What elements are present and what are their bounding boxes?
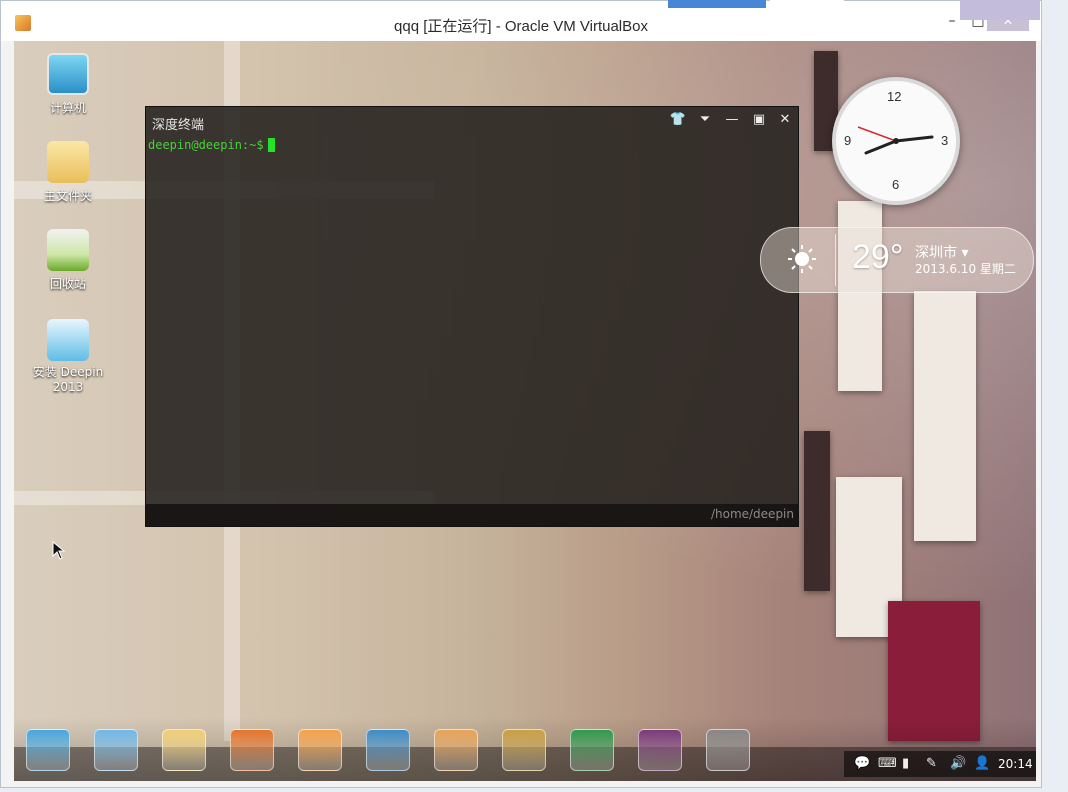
prompt-text: deepin@deepin:~$ <box>148 138 264 152</box>
desktop-icon-label: 回收站 <box>49 277 86 291</box>
battery-icon[interactable]: ▮ <box>902 756 909 771</box>
system-monitor-icon[interactable] <box>570 729 614 771</box>
city-selector[interactable]: 深圳市 ▾ <box>915 242 968 262</box>
firefox-icon[interactable] <box>230 729 274 771</box>
window-titlebar[interactable]: qqq [正在运行] - Oracle VM VirtualBox – □ ✕ <box>1 1 1041 41</box>
text-cursor <box>267 138 275 152</box>
deepin-launcher-icon[interactable] <box>26 729 70 771</box>
system-tray: 💬 ⌨ ▮ ✎ 🔊 👤 20:14 <box>844 751 1036 777</box>
user-icon[interactable]: 👤 <box>974 756 990 771</box>
wallpaper-frame <box>804 431 830 591</box>
close-icon[interactable]: ✕ <box>774 111 796 129</box>
volume-icon[interactable]: 🔊 <box>950 756 966 771</box>
desktop-icon-label: 计算机 <box>49 101 86 115</box>
guest-desktop[interactable]: 计算机 主文件夹 回收站 安装 Deepin 2013 深度终端 👕 ⏷ — ▣… <box>14 41 1036 781</box>
minimize-icon[interactable]: — <box>721 111 743 129</box>
desktop-icon-home-folder[interactable]: 主文件夹 <box>28 141 108 204</box>
desktop-icon-trash[interactable]: 回收站 <box>28 229 108 292</box>
window-title: qqq [正在运行] - Oracle VM VirtualBox <box>394 18 648 35</box>
chat-icon[interactable]: 💬 <box>854 756 870 771</box>
clock-hands <box>857 126 934 155</box>
host-background-tab <box>960 0 1040 20</box>
computer-icon <box>47 53 89 95</box>
system-settings-icon[interactable] <box>706 729 750 771</box>
virtualbox-window: qqq [正在运行] - Oracle VM VirtualBox – □ ✕ … <box>0 0 1042 788</box>
desktop-icon-label: 安装 Deepin 2013 <box>32 365 104 394</box>
video-player-icon[interactable] <box>366 729 410 771</box>
weather-widget[interactable]: 29° 深圳市 ▾ 2013.6.10 星期二 <box>760 227 1034 293</box>
home-folder-icon <box>47 141 89 183</box>
desktop-icon-computer[interactable]: 计算机 <box>28 53 108 116</box>
deepin-installer-icon <box>47 319 89 361</box>
host-background-tab <box>668 0 766 8</box>
terminal-prompt[interactable]: deepin@deepin:~$ <box>148 138 275 152</box>
keyboard-icon[interactable]: ⌨ <box>878 756 897 771</box>
game-icon[interactable] <box>502 729 546 771</box>
trash-icon <box>47 229 89 271</box>
sun-icon <box>788 245 816 273</box>
weather-date: 2013.6.10 星期二 <box>915 262 1016 276</box>
clock-time[interactable]: 20:14 <box>998 757 1033 771</box>
desktop-icon-label: 主文件夹 <box>43 189 92 203</box>
weather-divider <box>835 234 836 286</box>
skin-icon[interactable]: 👕 <box>667 111 689 129</box>
pen-icon[interactable]: ✎ <box>926 756 937 771</box>
temperature: 29° <box>852 238 904 276</box>
deepin-terminal-icon[interactable] <box>638 729 682 771</box>
clock-widget[interactable]: 12 3 6 9 <box>832 77 960 205</box>
host-background-tab <box>770 0 844 8</box>
current-path: /home/deepin <box>710 507 794 521</box>
picture-viewer-icon[interactable] <box>94 729 138 771</box>
terminal-statusbar: /home/deepin <box>146 504 798 526</box>
maximize-icon[interactable]: ▣ <box>748 111 770 129</box>
terminal-window[interactable]: 深度终端 👕 ⏷ — ▣ ✕ deepin@deepin:~$ /home/de… <box>145 106 799 527</box>
wallpaper-frame <box>914 291 976 541</box>
music-player-icon[interactable] <box>298 729 342 771</box>
desktop-icon-deepin-installer[interactable]: 安装 Deepin 2013 <box>28 319 108 395</box>
mouse-cursor-icon <box>52 541 66 560</box>
terminal-title: 深度终端 <box>152 118 205 133</box>
home-folder-icon[interactable] <box>162 729 206 771</box>
dropdown-icon[interactable]: ⏷ <box>694 111 716 129</box>
software-center-icon[interactable] <box>434 729 478 771</box>
